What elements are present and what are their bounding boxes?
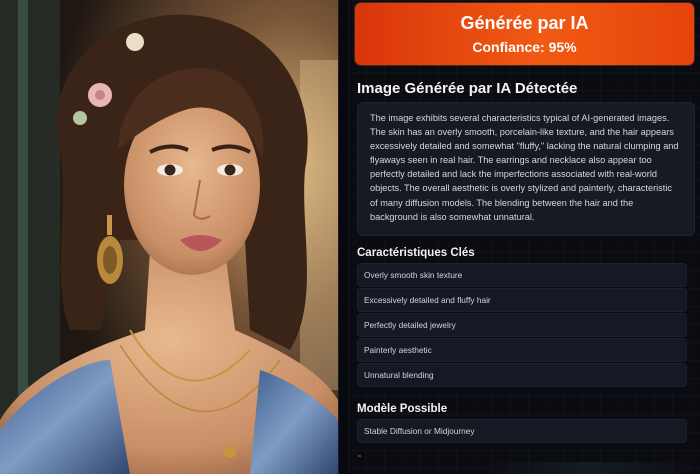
verdict-banner: Générée par IA Confiance: 95% [355, 3, 694, 65]
possible-model-heading: Modèle Possible [357, 403, 448, 415]
possible-model-value: Stable Diffusion or Midjourney [357, 419, 687, 443]
confidence-score: Confiance: 95% [472, 39, 577, 55]
analysis-panel: Générée par IA Confiance: 95% Image Géné… [348, 0, 700, 474]
characteristic-item: Unnatural blending [357, 363, 687, 387]
characteristic-item: Overly smooth skin texture [357, 263, 687, 287]
portrait-illustration [0, 0, 338, 474]
characteristic-item: Perfectly detailed jewelry [357, 313, 687, 337]
detection-heading: Image Générée par IA Détectée [357, 80, 578, 97]
divider-dot [358, 455, 361, 457]
verdict-title: Générée par IA [460, 13, 589, 33]
key-characteristics-heading: Caractéristiques Clés [357, 247, 475, 259]
analyzed-image [0, 0, 339, 474]
bottom-fade [478, 462, 698, 474]
analysis-description: The image exhibits several characteristi… [357, 102, 695, 236]
characteristic-item: Painterly aesthetic [357, 338, 687, 362]
characteristic-item: Excessively detailed and fluffy hair [357, 288, 687, 312]
